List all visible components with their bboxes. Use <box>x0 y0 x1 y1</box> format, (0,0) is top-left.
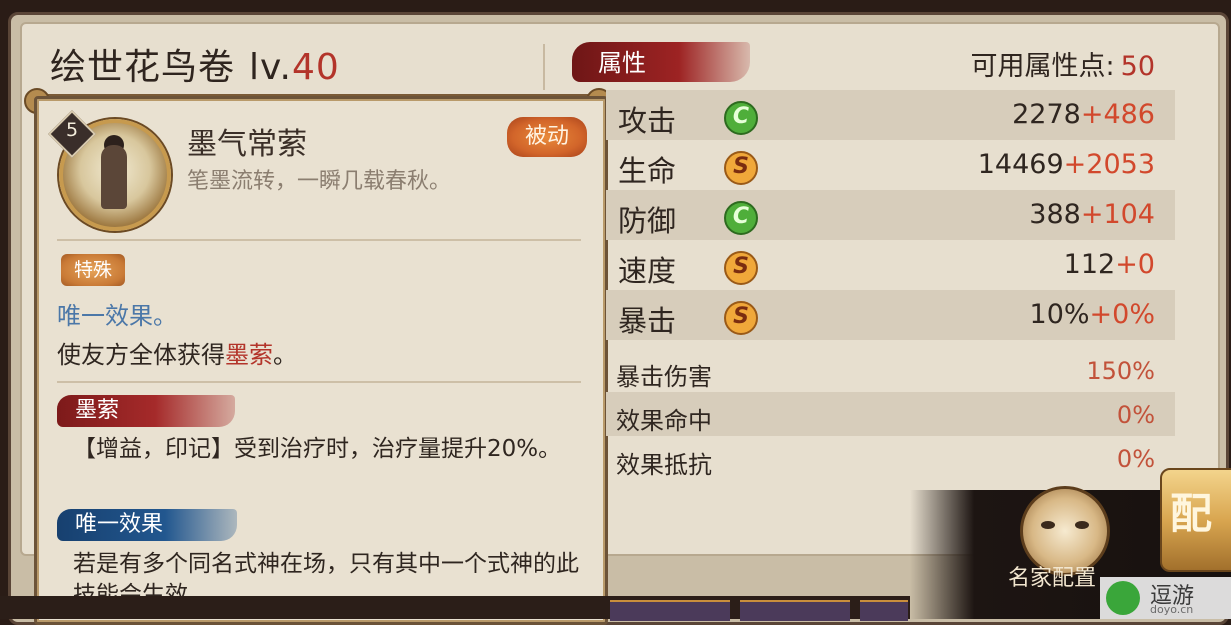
grade-badge-icon: C <box>724 201 758 235</box>
special-tag-label: 特殊 <box>73 259 112 281</box>
stat-base: 10% <box>1029 299 1090 330</box>
grade-letter: S <box>733 154 749 179</box>
stat-base: 14469 <box>977 149 1064 180</box>
skill-card: 5 墨气常萦 笔墨流转，一瞬几载春秋。 被动 特殊 唯一效果。 使友方全体获得墨… <box>34 96 608 625</box>
stats-table: 攻击 C 2278+486 生命 S 14469+2053 防御 C 388+1… <box>606 90 1175 480</box>
grade-badge-icon: S <box>724 301 758 335</box>
stat-value: 0% <box>1116 401 1155 429</box>
stat-bonus: +0 <box>1115 249 1155 280</box>
attributes-header-label: 属性 <box>598 49 646 77</box>
stat-row-effect-resist: 效果抵抗 0% <box>606 436 1175 480</box>
master-config-label[interactable]: 名家配置 <box>1008 560 1096 592</box>
special-tag: 特殊 <box>61 254 125 286</box>
divider <box>57 239 581 241</box>
grade-letter: S <box>733 254 749 279</box>
stat-label: 攻击 <box>618 104 677 138</box>
stat-label: 生命 <box>618 154 677 188</box>
watermark: 逗游 doyo.cn <box>1100 577 1231 619</box>
effect-text: 使友方全体获得墨萦。 <box>57 335 297 370</box>
header-divider <box>543 44 545 90</box>
passive-badge-label: 被动 <box>524 124 569 149</box>
stat-bonus: +0% <box>1089 299 1155 330</box>
grade-letter: S <box>733 304 749 329</box>
stat-label: 防御 <box>618 204 677 238</box>
skill-level-number: 5 <box>65 119 79 141</box>
divider <box>57 381 581 383</box>
bottom-strip <box>0 596 910 621</box>
grade-letter: C <box>732 104 750 129</box>
buff-moying-text: 【增益，印记】受到治疗时，治疗量提升20%。 <box>73 436 562 462</box>
skin-name: 绘世花鸟卷 <box>50 47 236 88</box>
page-title: 绘世花鸟卷 lv.40 <box>50 38 340 90</box>
stat-row-crit: 暴击 S 10%+0% <box>606 290 1175 340</box>
stat-bonus: +104 <box>1080 199 1155 230</box>
unique-effect-name: 唯一效果 <box>75 512 164 537</box>
stat-base: 2278 <box>1012 99 1081 130</box>
stat-row-speed: 速度 S 112+0 <box>606 240 1175 290</box>
stat-value: 2278+486 <box>1012 99 1155 130</box>
buff-moying-header: 墨萦 <box>57 395 235 427</box>
skill-name: 墨气常萦 <box>187 127 307 162</box>
stat-label: 暴击伤害 <box>616 363 712 391</box>
stat-value: 10%+0% <box>1030 299 1155 330</box>
stat-row-defense: 防御 C 388+104 <box>606 190 1175 240</box>
stat-value: 14469+2053 <box>978 149 1155 180</box>
effect-highlight: 墨萦 <box>225 341 273 369</box>
grade-badge-icon: C <box>724 101 758 135</box>
stat-value: 388+104 <box>1029 199 1155 230</box>
stat-row-crit-damage: 暴击伤害 150% <box>606 348 1175 392</box>
level-prefix: lv. <box>249 47 292 88</box>
stat-bonus: +486 <box>1080 99 1155 130</box>
watermark-sub: doyo.cn <box>1150 603 1194 616</box>
available-points: 可用属性点: 50 <box>971 44 1155 83</box>
config-button-label: 配 <box>1170 489 1213 538</box>
stat-row-hp: 生命 S 14469+2053 <box>606 140 1175 190</box>
passive-badge: 被动 <box>507 117 587 157</box>
stat-row-effect-hit: 效果命中 0% <box>606 392 1175 436</box>
buff-moying-name: 墨萦 <box>75 398 120 423</box>
grade-letter: C <box>732 204 750 229</box>
watermark-logo-icon <box>1106 581 1140 615</box>
stat-value: 150% <box>1086 357 1155 385</box>
config-button[interactable]: 配 <box>1160 468 1231 572</box>
grade-badge-icon: S <box>724 151 758 185</box>
stat-label: 效果命中 <box>616 407 712 435</box>
stat-base: 388 <box>1029 199 1081 230</box>
effect-text-suffix: 。 <box>273 341 297 369</box>
attributes-header: 属性 <box>572 42 750 82</box>
effect-text-prefix: 使友方全体获得 <box>57 341 225 369</box>
stat-base: 112 <box>1063 249 1116 280</box>
level-value: 40 <box>291 47 340 88</box>
stat-bonus: +2053 <box>1063 149 1155 180</box>
unique-effect-header: 唯一效果 <box>57 509 237 541</box>
stat-label: 效果抵抗 <box>616 451 712 479</box>
stat-label: 暴击 <box>618 304 677 338</box>
skill-flavor-text: 笔墨流转，一瞬几载春秋。 <box>187 169 452 194</box>
grade-badge-icon: S <box>724 251 758 285</box>
stat-row-attack: 攻击 C 2278+486 <box>606 90 1175 140</box>
available-points-label: 可用属性点: <box>970 51 1115 82</box>
stat-label: 速度 <box>618 254 677 288</box>
effect-title: 唯一效果。 <box>57 302 177 330</box>
stat-value: 0% <box>1116 445 1155 473</box>
stat-value: 112+0 <box>1064 249 1155 280</box>
available-points-value: 50 <box>1120 51 1155 82</box>
